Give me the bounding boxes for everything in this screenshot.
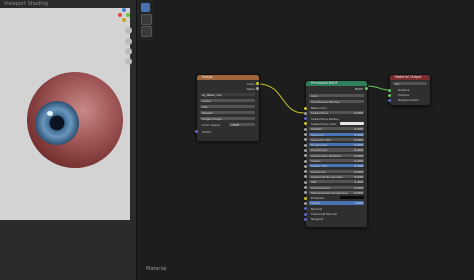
sheen-tint-value: 0.500 <box>354 164 363 169</box>
transmission-input-socket[interactable] <box>304 186 307 189</box>
bsdf-node-header[interactable]: Principled BSDF <box>306 81 367 86</box>
subsurface-method-value: Christensen-Burley <box>311 100 340 104</box>
source-value: Single Image <box>202 117 222 121</box>
principled-bsdf-node[interactable]: Principled BSDF BSDF GGX Christensen-Bur… <box>304 80 368 228</box>
anisotropic-value: 0.000 <box>354 148 363 153</box>
material-output-node[interactable]: Material Output All Surface Volume Displ… <box>388 74 431 106</box>
surface-input-socket[interactable] <box>388 89 391 92</box>
image-name: ey_Basic_Iris. <box>202 93 223 97</box>
subsurface-radius-input-socket[interactable] <box>304 117 307 121</box>
alpha-input-socket[interactable] <box>304 201 307 205</box>
transmission-roughness-label: Transmission Roughness <box>311 190 348 195</box>
image-node-header[interactable]: Image <box>197 75 259 80</box>
normal-input-socket[interactable] <box>304 207 307 211</box>
clearcoat-roughness-value: 0.030 <box>354 174 363 179</box>
tangent-label: Tangent <box>311 217 323 222</box>
tangent-input-socket[interactable] <box>304 217 307 221</box>
bsdf-output-socket[interactable] <box>365 87 368 90</box>
color-output-socket[interactable] <box>256 82 259 85</box>
subsurface-color-label: Subsurface Color <box>311 121 337 126</box>
clearcoat-value: 0.000 <box>354 169 363 174</box>
subsurface-input-socket[interactable] <box>304 111 307 115</box>
image-texture-node[interactable]: Image Color Alpha ey_Basic_Iris. Linear … <box>195 74 260 142</box>
ior-value: 1.450 <box>354 180 363 185</box>
subsurface-label: Subsurface <box>311 111 328 116</box>
transmission-label: Transmission <box>311 185 331 190</box>
clearcoat-roughness-label: Clearcoat Roughness <box>311 174 343 179</box>
normal-label: Normal <box>311 206 322 211</box>
clearcoat-input-socket[interactable] <box>304 170 307 174</box>
specular-tint-label: Specular Tint <box>311 137 331 142</box>
color-output-label: Color <box>247 82 255 86</box>
anisotropic-rotation-label: Anisotropic Rotation <box>311 153 342 158</box>
color-space-value: sRGB <box>231 123 240 127</box>
sheen-label: Sheen <box>311 159 321 163</box>
base-color-input-socket[interactable] <box>304 106 307 110</box>
vector-input-socket[interactable] <box>195 130 198 133</box>
distribution-value: GGX <box>311 94 318 98</box>
ior-label: IOR <box>311 180 317 185</box>
interpolation-value: Linear <box>202 99 212 103</box>
metallic-label: Metallic <box>311 127 323 132</box>
clearcoat-label: Clearcoat <box>311 169 326 174</box>
base-color-label: Base Color <box>311 106 328 110</box>
anisotropic-rotation-input-socket[interactable] <box>304 154 307 158</box>
subsurface-color-input-socket[interactable] <box>304 122 307 126</box>
anisotropic-input-socket[interactable] <box>304 148 307 152</box>
metallic-value: 0.000 <box>354 127 363 132</box>
sheen-tint-input-socket[interactable] <box>304 164 307 168</box>
emission-color-swatch[interactable] <box>340 196 364 200</box>
alpha-output-socket[interactable] <box>256 87 259 90</box>
clearcoat-normal-label: Clearcoat Normal <box>311 212 338 216</box>
transmission-value: 0.000 <box>354 185 363 190</box>
clearcoat-normal-input-socket[interactable] <box>304 212 307 216</box>
subsurface-value: 0.000 <box>354 111 363 116</box>
bsdf-to-surface-link <box>365 85 389 91</box>
color-space-label: Color Space <box>202 123 220 127</box>
alpha-label: Alpha <box>311 201 320 206</box>
specular-value: 0.500 <box>354 132 363 137</box>
bsdf-output-label: BSDF <box>355 87 363 91</box>
target-value: All <box>395 82 399 86</box>
output-node-header[interactable]: Material Output <box>390 75 430 80</box>
subsurface-color-swatch[interactable] <box>340 121 364 126</box>
volume-input-label: Volume <box>398 93 410 97</box>
sheen-value: 0.000 <box>354 159 363 163</box>
vector-input-label: Vector <box>202 130 212 134</box>
surface-input-label: Surface <box>398 88 410 92</box>
specular-input-socket[interactable] <box>304 133 307 136</box>
anisotropic-label: Anisotropic <box>311 148 328 153</box>
specular-tint-value: 0.000 <box>354 137 363 142</box>
extension-value: Repeat <box>202 111 213 115</box>
alpha-value: 1.000 <box>354 201 363 206</box>
displacement-input-label: Displacement <box>398 98 419 102</box>
anisotropic-rotation-value: 0.000 <box>354 153 363 158</box>
emission-label: Emission <box>311 196 325 201</box>
alpha-output-label: Alpha <box>246 87 255 91</box>
metallic-input-socket[interactable] <box>304 127 307 131</box>
volume-input-socket[interactable] <box>388 94 391 97</box>
ior-input-socket[interactable] <box>304 180 307 184</box>
color-to-basecolor-link <box>257 83 305 114</box>
subsurface-radius-label: Subsurface Radius <box>311 116 339 121</box>
roughness-label: Roughness <box>311 143 328 148</box>
specular-label: Specular <box>311 132 325 137</box>
transmission-roughness-input-socket[interactable] <box>304 191 307 195</box>
clearcoat-roughness-input-socket[interactable] <box>304 175 307 179</box>
projection-dropdown[interactable] <box>200 105 255 109</box>
sheen-tint-label: Sheen Tint <box>311 164 328 169</box>
specular-tint-input-socket[interactable] <box>304 138 307 142</box>
projection-value: Flat <box>202 105 208 109</box>
displacement-input-socket[interactable] <box>388 99 391 102</box>
emission-input-socket[interactable] <box>304 196 307 200</box>
roughness-input-socket[interactable] <box>304 143 307 147</box>
sheen-input-socket[interactable] <box>304 159 307 163</box>
transmission-roughness-value: 0.000 <box>354 190 363 195</box>
roughness-value: 0.500 <box>354 143 363 148</box>
